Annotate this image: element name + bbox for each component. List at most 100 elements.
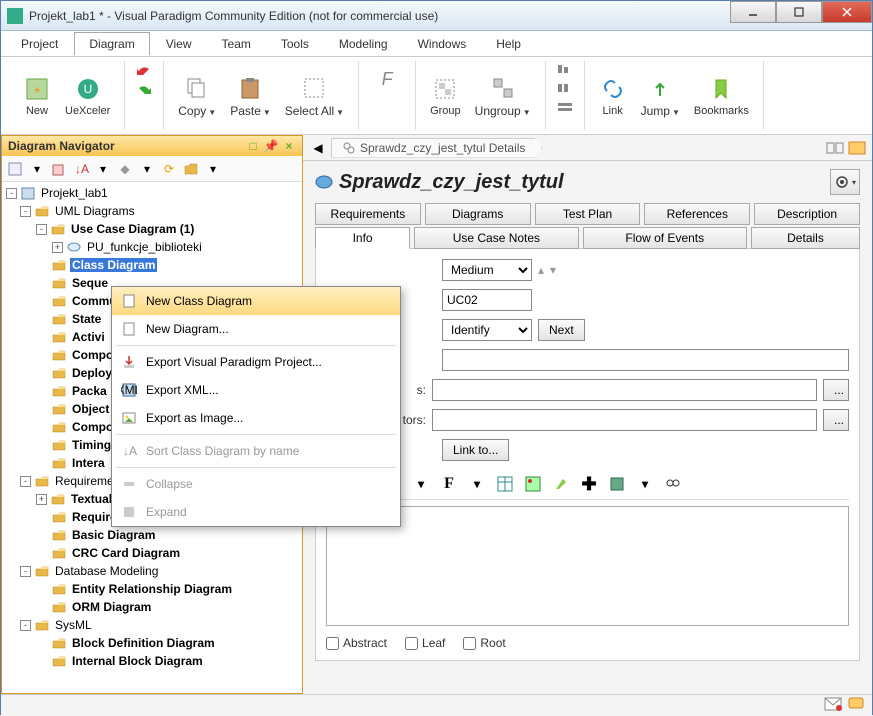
- breadcrumb-segment[interactable]: Sprawdz_czy_jest_tytul Details: [331, 138, 542, 158]
- tab-requirements[interactable]: Requirements: [315, 203, 421, 225]
- breadcrumb-tool-2[interactable]: [848, 139, 866, 157]
- linkto-button[interactable]: Link to...: [442, 439, 509, 461]
- align-icon-3[interactable]: [556, 101, 574, 119]
- tab-description[interactable]: Description: [754, 203, 860, 225]
- nav-tool-6[interactable]: ◆: [116, 160, 134, 178]
- tree-row[interactable]: Class Diagram: [4, 256, 300, 274]
- tree-row[interactable]: CRC Card Diagram: [4, 544, 300, 562]
- nav-refresh-icon[interactable]: ⟳: [160, 160, 178, 178]
- table-icon[interactable]: [494, 473, 516, 495]
- rte-drop-3[interactable]: ▾: [466, 473, 488, 495]
- mail-icon[interactable]: [824, 697, 842, 714]
- nav-tool-1[interactable]: [6, 160, 24, 178]
- find-icon[interactable]: [662, 473, 684, 495]
- chat-icon[interactable]: [848, 697, 864, 714]
- tree-expander[interactable]: -: [36, 224, 47, 235]
- tree-row[interactable]: ORM Diagram: [4, 598, 300, 616]
- menu-help[interactable]: Help: [482, 33, 535, 55]
- tab-references[interactable]: References: [644, 203, 750, 225]
- ribbon-selectall[interactable]: Select All▼: [281, 72, 348, 120]
- browse-s-button[interactable]: ...: [823, 379, 849, 401]
- align-icon-2[interactable]: [556, 82, 574, 100]
- minimize-button[interactable]: [730, 1, 776, 23]
- description-area[interactable]: [326, 506, 849, 626]
- context-menu-item[interactable]: New Class Diagram: [112, 287, 400, 315]
- settings-button[interactable]: ▾: [830, 169, 860, 195]
- breadcrumb-tool-1[interactable]: [826, 139, 844, 157]
- menu-team[interactable]: Team: [208, 33, 265, 55]
- undo-icon[interactable]: [135, 63, 153, 81]
- add-icon[interactable]: ✚: [578, 473, 600, 495]
- field-1[interactable]: [442, 349, 849, 371]
- menu-view[interactable]: View: [152, 33, 206, 55]
- ribbon-jump[interactable]: Jump▼: [637, 72, 684, 120]
- tree-row[interactable]: Entity Relationship Diagram: [4, 580, 300, 598]
- ribbon-bookmarks[interactable]: Bookmarks: [690, 73, 753, 119]
- redo-icon[interactable]: [135, 82, 153, 100]
- tree-expander[interactable]: +: [52, 242, 63, 253]
- context-menu-item[interactable]: New Diagram...: [112, 315, 400, 343]
- nav-folder-icon[interactable]: [182, 160, 200, 178]
- tree-row[interactable]: -SysML: [4, 616, 300, 634]
- rte-drop-2[interactable]: ▾: [410, 473, 432, 495]
- priority-up-icon[interactable]: ▴: [538, 263, 544, 277]
- nav-tool-2[interactable]: ▾: [28, 160, 46, 178]
- tree-expander[interactable]: -: [6, 188, 17, 199]
- nav-tool-10[interactable]: ▾: [204, 160, 222, 178]
- context-menu-item[interactable]: XMLExport XML...: [112, 376, 400, 404]
- tab-testplan[interactable]: Test Plan: [535, 203, 641, 225]
- tree-row[interactable]: Internal Block Diagram: [4, 652, 300, 670]
- tree-row[interactable]: -Use Case Diagram (1): [4, 220, 300, 238]
- tree-row[interactable]: Basic Diagram: [4, 526, 300, 544]
- browse-tors-button[interactable]: ...: [823, 409, 849, 431]
- nav-sort-icon[interactable]: ↓A: [72, 160, 90, 178]
- priority-down-icon[interactable]: ▾: [550, 263, 556, 277]
- id-input[interactable]: [442, 289, 532, 311]
- next-button[interactable]: Next: [538, 319, 585, 341]
- rte-drop-4[interactable]: ▾: [634, 473, 656, 495]
- field-s[interactable]: [432, 379, 817, 401]
- tree-expander[interactable]: +: [36, 494, 47, 505]
- tree-row[interactable]: -Database Modeling: [4, 562, 300, 580]
- dock-icon[interactable]: □: [246, 139, 260, 153]
- ribbon-font[interactable]: F: [369, 63, 405, 95]
- tab-flowevents[interactable]: Flow of Events: [583, 227, 747, 249]
- tab-details[interactable]: Details: [751, 227, 860, 249]
- phase-select[interactable]: Identify: [442, 319, 532, 341]
- tab-diagrams[interactable]: Diagrams: [425, 203, 531, 225]
- model-icon[interactable]: [606, 473, 628, 495]
- menu-tools[interactable]: Tools: [267, 33, 323, 55]
- ribbon-copy[interactable]: Copy▼: [174, 72, 220, 120]
- field-tors[interactable]: [432, 409, 817, 431]
- priority-select[interactable]: Medium: [442, 259, 532, 281]
- highlight-icon[interactable]: [550, 473, 572, 495]
- breadcrumb-back-icon[interactable]: ◀: [309, 139, 327, 157]
- tree-row[interactable]: Block Definition Diagram: [4, 634, 300, 652]
- ribbon-ungroup[interactable]: Ungroup▼: [471, 72, 535, 120]
- ribbon-group[interactable]: Group: [426, 73, 465, 119]
- image-icon[interactable]: [522, 473, 544, 495]
- nav-tool-3[interactable]: [50, 160, 68, 178]
- nav-tool-7[interactable]: ▾: [138, 160, 156, 178]
- align-icon-1[interactable]: [556, 63, 574, 81]
- tree-expander[interactable]: -: [20, 476, 31, 487]
- menu-modeling[interactable]: Modeling: [325, 33, 402, 55]
- ribbon-new[interactable]: +New: [19, 73, 55, 119]
- close-panel-icon[interactable]: ×: [282, 139, 296, 153]
- context-menu-item[interactable]: Export Visual Paradigm Project...: [112, 348, 400, 376]
- nav-tool-5[interactable]: ▾: [94, 160, 112, 178]
- menu-diagram[interactable]: Diagram: [74, 32, 149, 55]
- menu-windows[interactable]: Windows: [404, 33, 481, 55]
- font-icon[interactable]: F: [438, 473, 460, 495]
- ribbon-uexceler[interactable]: UUeXceler: [61, 73, 114, 119]
- ribbon-paste[interactable]: Paste▼: [226, 72, 275, 120]
- tab-info[interactable]: Info: [315, 227, 410, 249]
- abstract-checkbox[interactable]: Abstract: [326, 636, 387, 650]
- tree-row[interactable]: -UML Diagrams: [4, 202, 300, 220]
- tree-expander[interactable]: -: [20, 566, 31, 577]
- tree-row[interactable]: +PU_funkcje_biblioteki: [4, 238, 300, 256]
- tree-expander[interactable]: -: [20, 620, 31, 631]
- maximize-button[interactable]: [776, 1, 822, 23]
- menu-project[interactable]: Project: [7, 33, 72, 55]
- tree-expander[interactable]: -: [20, 206, 31, 217]
